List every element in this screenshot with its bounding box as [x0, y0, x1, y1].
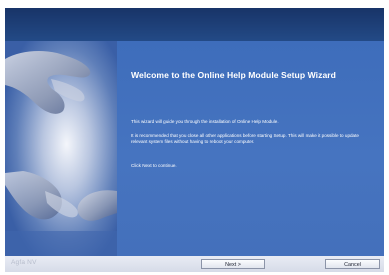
- next-button[interactable]: Next >: [201, 259, 265, 269]
- footer-bar: Agfa NV Next > Cancel: [5, 256, 384, 272]
- hand-image: [5, 41, 117, 256]
- main-panel: Welcome to the Online Help Module Setup …: [5, 41, 384, 256]
- intro-paragraph: This wizard will guide you through the i…: [131, 119, 279, 124]
- brand-label: Agfa NV: [11, 259, 37, 266]
- cancel-button[interactable]: Cancel: [325, 259, 380, 269]
- recommendation-paragraph: It is recommended that you close all oth…: [131, 133, 359, 145]
- setup-wizard-window: Welcome to the Online Help Module Setup …: [5, 8, 384, 272]
- continue-instruction: Click Next to continue.: [131, 163, 177, 168]
- content-area: Welcome to the Online Help Module Setup …: [131, 41, 376, 256]
- header-band: [5, 8, 384, 41]
- wizard-title: Welcome to the Online Help Module Setup …: [131, 70, 336, 80]
